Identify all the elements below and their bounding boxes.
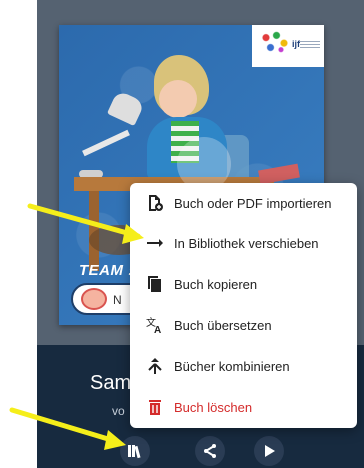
arrow-to-move-item-icon (27, 203, 144, 244)
annotation-arrows (9, 203, 144, 450)
arrow-to-library-button-icon (9, 407, 126, 450)
